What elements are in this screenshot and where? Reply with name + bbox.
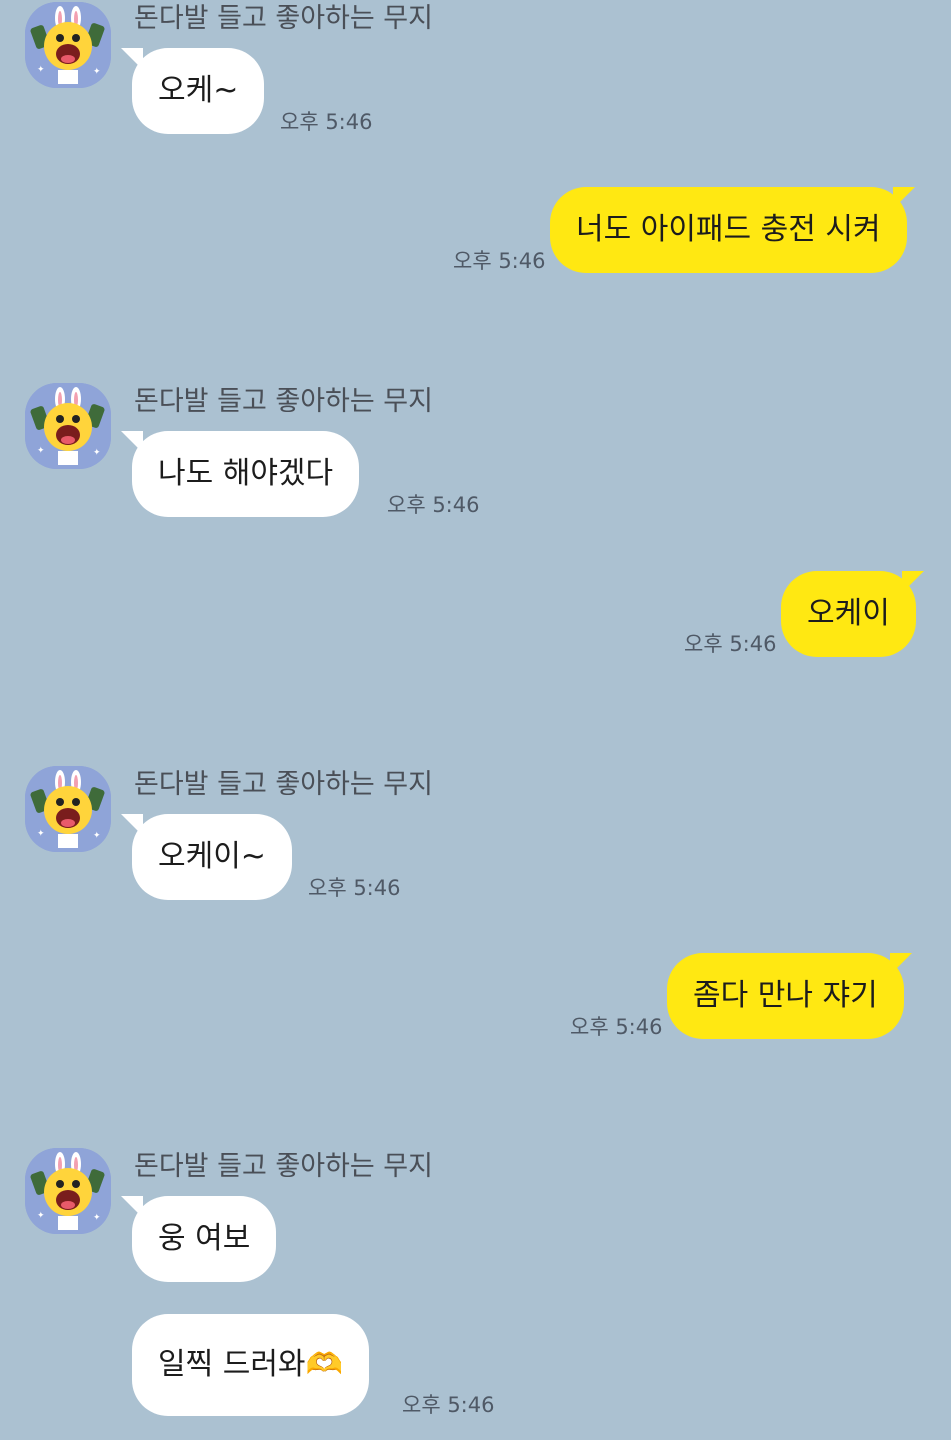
message-bubble-outgoing[interactable]: 너도 아이패드 충전 시켜 <box>550 187 915 273</box>
svg-text:✦: ✦ <box>37 65 45 75</box>
message-bubble-incoming[interactable]: 나도 해야겠다 <box>120 431 360 517</box>
chat-room[interactable]: ✦ ✦ 돈다발 들고 좋아하는 무지 오케~ 오후 5:46 오후 5:46 너… <box>0 0 951 1440</box>
profile-avatar[interactable]: ✦ ✦ <box>25 1148 111 1234</box>
message-timestamp: 오후 5:46 <box>570 1015 663 1039</box>
message-timestamp: 오후 5:46 <box>402 1393 495 1417</box>
message-bubble-incoming[interactable]: 웅 여보 <box>120 1196 277 1282</box>
muzi-character-icon: ✦ ✦ <box>25 1148 111 1234</box>
message-bubble-incoming[interactable]: 일찍 드러와🫶 <box>132 1314 369 1416</box>
svg-text:✦: ✦ <box>37 446 45 456</box>
message-timestamp: 오후 5:46 <box>280 110 373 134</box>
message-timestamp: 오후 5:46 <box>308 876 401 900</box>
sender-name: 돈다발 들고 좋아하는 무지 <box>134 386 433 417</box>
profile-avatar[interactable]: ✦ ✦ <box>25 383 111 469</box>
message-bubble-incoming[interactable]: 오케이~ <box>121 814 292 900</box>
muzi-character-icon: ✦ ✦ <box>25 2 111 88</box>
profile-avatar[interactable]: ✦ ✦ <box>25 2 111 88</box>
sender-name: 돈다발 들고 좋아하는 무지 <box>134 3 433 34</box>
svg-text:✦: ✦ <box>93 448 101 458</box>
message-bubble-outgoing[interactable]: 오케이 <box>781 571 924 657</box>
svg-text:✦: ✦ <box>93 831 101 841</box>
muzi-character-icon: ✦ ✦ <box>25 383 111 469</box>
message-timestamp: 오후 5:46 <box>387 493 480 517</box>
profile-avatar[interactable]: ✦ ✦ <box>25 766 111 852</box>
sender-name: 돈다발 들고 좋아하는 무지 <box>134 1151 433 1182</box>
message-bubble-incoming[interactable]: 오케~ <box>120 48 265 134</box>
muzi-character-icon: ✦ ✦ <box>25 766 111 852</box>
svg-text:✦: ✦ <box>93 1213 101 1223</box>
message-bubble-outgoing[interactable]: 좀다 만나 쟈기 <box>667 953 912 1039</box>
svg-text:✦: ✦ <box>37 829 45 839</box>
message-timestamp: 오후 5:46 <box>684 632 777 656</box>
svg-text:✦: ✦ <box>37 1211 45 1221</box>
svg-text:✦: ✦ <box>93 67 101 77</box>
message-timestamp: 오후 5:46 <box>453 249 546 273</box>
sender-name: 돈다발 들고 좋아하는 무지 <box>134 769 433 800</box>
